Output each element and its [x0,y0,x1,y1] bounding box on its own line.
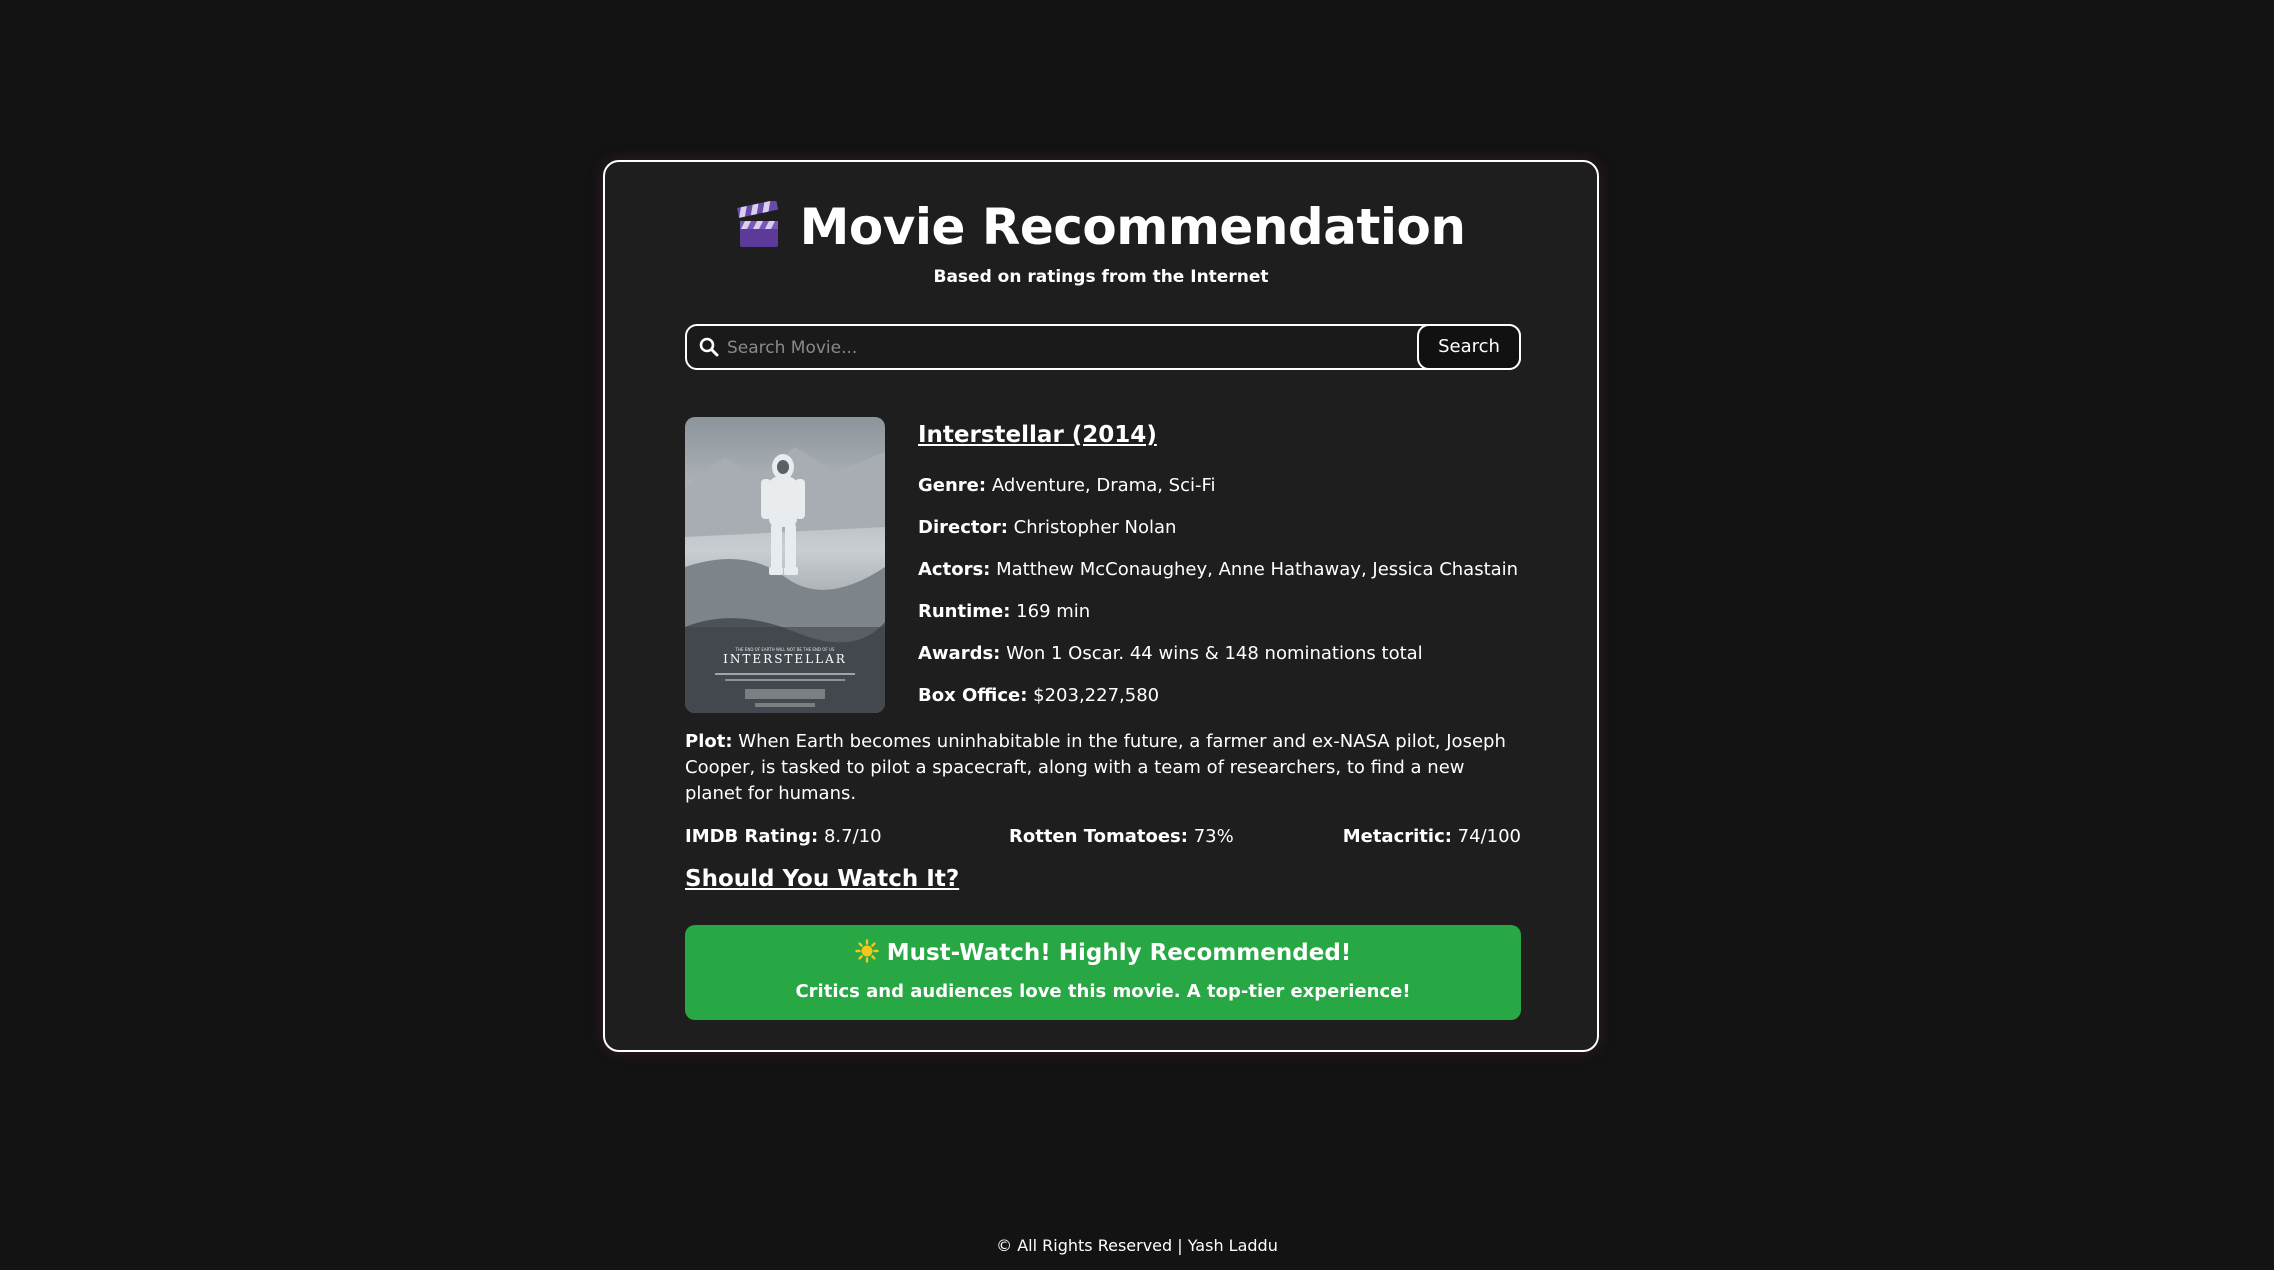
detail-label: Actors: [918,559,991,580]
page-subtitle: Based on ratings from the Internet [933,267,1269,287]
rating-label: Rotten Tomatoes: [1009,826,1188,847]
detail-label: Awards: [918,643,1001,664]
detail-label: Genre: [918,475,987,496]
movie-title[interactable]: Interstellar (2014) [918,419,1528,451]
detail-director: Director: Christopher Nolan [918,515,1528,557]
rating-imdb: IMDB Rating: 8.7/10 [685,824,882,850]
rating-value: 74/100 [1457,826,1521,847]
rating-value: 8.7/10 [823,826,882,847]
plot-text: When Earth becomes uninhabitable in the … [685,731,1506,804]
recommendation-card: Movie Recommendation Based on ratings fr… [603,160,1599,1052]
rating-value: 73% [1193,826,1234,847]
detail-value: $203,227,580 [1033,685,1160,706]
search-button[interactable]: Search [1417,324,1521,370]
detail-awards: Awards: Won 1 Oscar. 44 wins & 148 nomin… [918,641,1528,683]
sun-icon [855,939,879,963]
detail-label: Director: [918,517,1008,538]
verdict-banner: Must-Watch! Highly Recommended! Critics … [685,925,1521,1020]
detail-value: Christopher Nolan [1013,517,1177,538]
detail-value: Matthew McConaughey, Anne Hathaway, Jess… [996,559,1519,580]
rating-metacritic: Metacritic: 74/100 [1343,824,1521,850]
detail-box-office: Box Office: $203,227,580 [918,683,1528,725]
search-input[interactable] [725,330,1429,366]
verdict-title: Must-Watch! Highly Recommended! [886,940,1352,966]
movie-plot: Plot: When Earth becomes uninhabitable i… [685,729,1521,807]
page-title: Movie Recommendation [799,198,1466,256]
rating-label: IMDB Rating: [685,826,819,847]
plot-label: Plot: [685,731,733,752]
detail-value: Adventure, Drama, Sci-Fi [991,475,1216,496]
detail-actors: Actors: Matthew McConaughey, Anne Hathaw… [918,557,1528,599]
search-bar: Search [685,324,1521,370]
verdict-subtitle: Critics and audiences love this movie. A… [795,981,1411,1002]
detail-label: Runtime: [918,601,1011,622]
detail-value: 169 min [1016,601,1091,622]
verdict-title-row: Must-Watch! Highly Recommended! [685,939,1521,966]
clapperboard-icon [736,199,781,253]
poster-wordmark: INTERSTELLAR [723,652,847,666]
footer-text: © All Rights Reserved | Yash Laddu [996,1236,1278,1255]
search-icon [699,337,719,361]
ratings-row: IMDB Rating: 8.7/10 Rotten Tomatoes: 73%… [685,824,1521,850]
detail-runtime: Runtime: 169 min [918,599,1528,641]
should-watch-heading: Should You Watch It? [685,866,960,892]
rating-rotten-tomatoes: Rotten Tomatoes: 73% [1009,824,1234,850]
detail-label: Box Office: [918,685,1028,706]
title-row: Movie Recommendation [605,198,1597,256]
detail-genre: Genre: Adventure, Drama, Sci-Fi [918,473,1528,515]
movie-poster: THE END OF EARTH WILL NOT BE THE END OF … [685,417,885,713]
detail-value: Won 1 Oscar. 44 wins & 148 nominations t… [1006,643,1423,664]
rating-label: Metacritic: [1342,826,1452,847]
movie-info: Interstellar (2014) Genre: Adventure, Dr… [918,419,1528,725]
